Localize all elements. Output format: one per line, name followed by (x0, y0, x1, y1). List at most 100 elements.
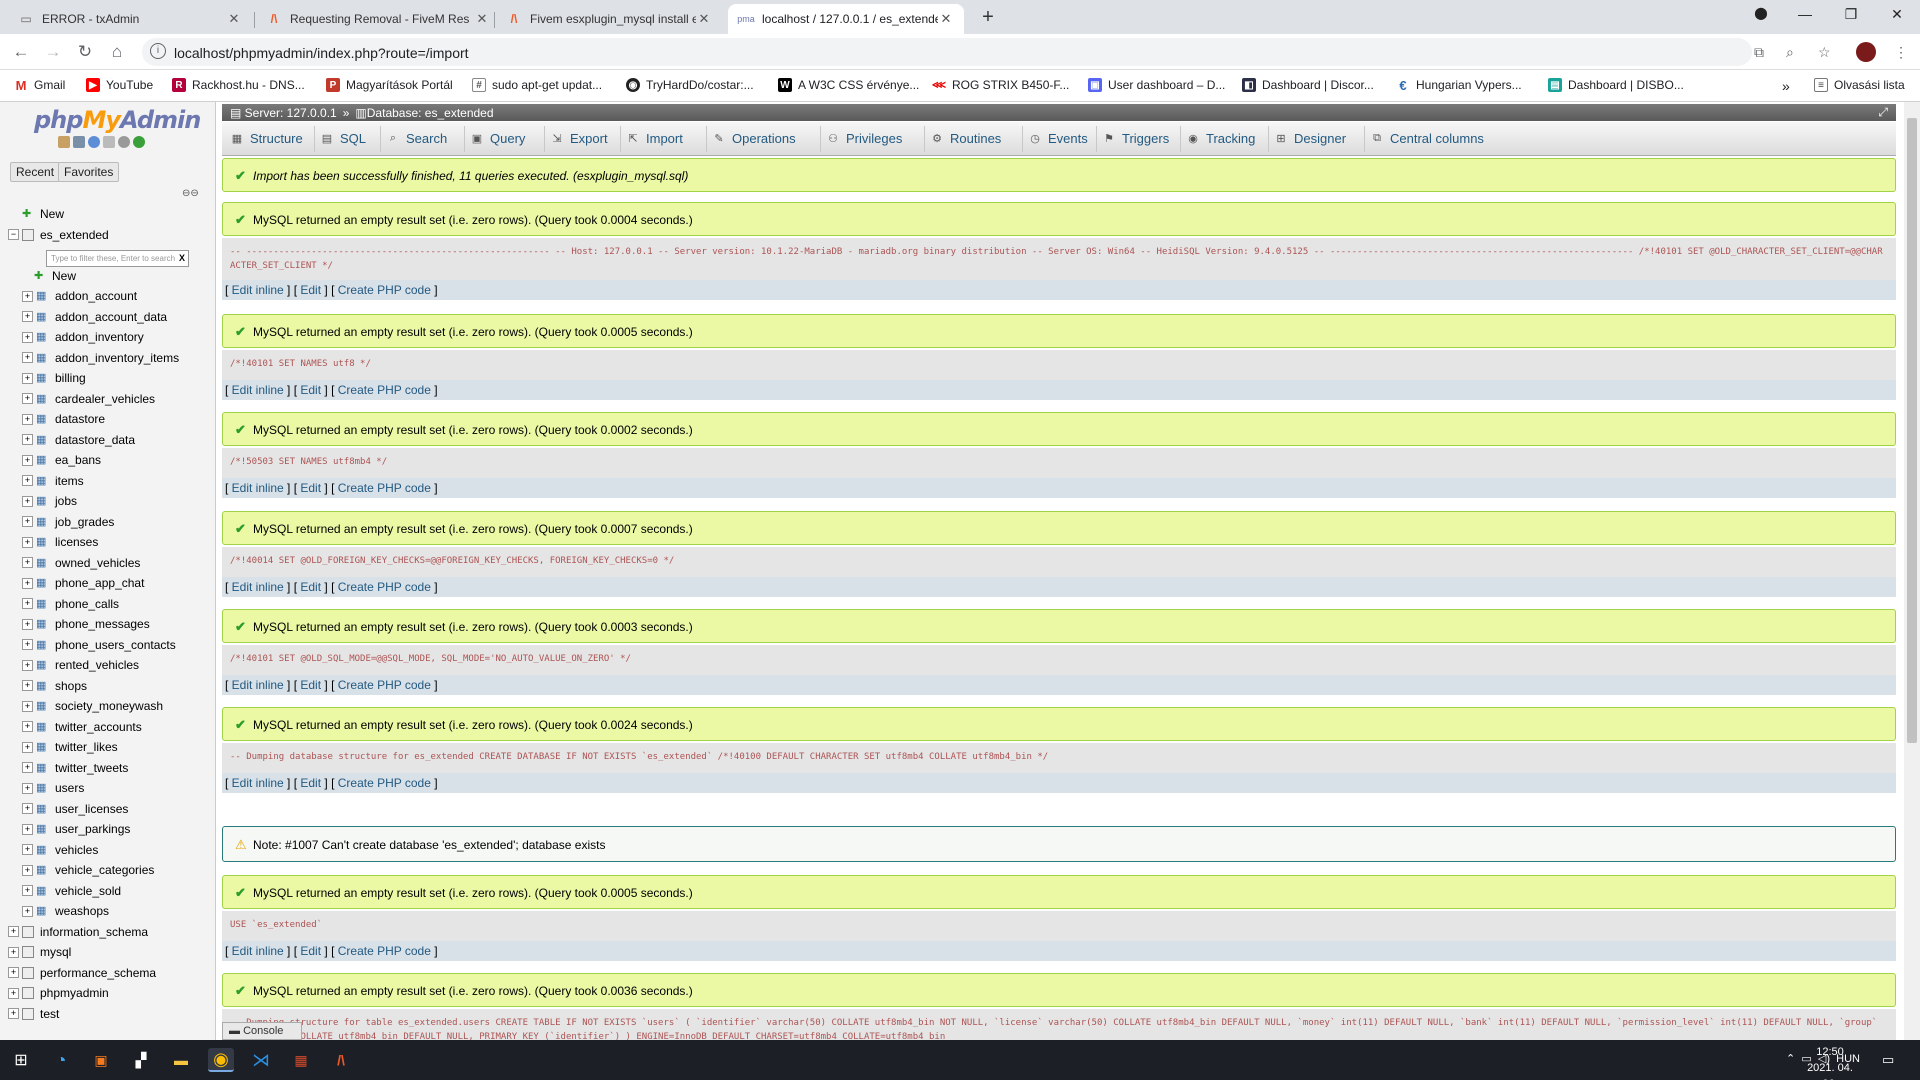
chevron-up-icon[interactable]: ⌃ (1786, 1053, 1795, 1065)
tab-sql[interactable]: ▤ SQL (320, 131, 366, 146)
vscode-icon[interactable]: ⋊ (248, 1048, 274, 1072)
close-icon[interactable]: ✕ (474, 11, 490, 27)
create-php-code-link[interactable]: Create PHP code (338, 283, 431, 297)
expand-icon[interactable]: + (22, 557, 33, 568)
tree-table-user_licenses[interactable]: + ▦ user_licenses (8, 799, 214, 819)
edit-inline-link[interactable]: Edit inline (232, 481, 284, 495)
tree-table-datastore_data[interactable]: + ▦ datastore_data (8, 430, 214, 450)
tree-db-performance_schema[interactable]: + performance_schema (8, 963, 214, 983)
edit-link[interactable]: Edit (300, 383, 321, 397)
expand-icon[interactable]: + (22, 413, 33, 425)
tab-export[interactable]: ⇲ Export (550, 131, 607, 146)
link-icon[interactable]: ⊖⊖ (182, 188, 199, 199)
xampp-icon[interactable]: ▣ (88, 1048, 114, 1072)
url-input[interactable]: i localhost/phpmyadmin/index.php?route=/… (142, 38, 1752, 66)
expand-icon[interactable]: + (22, 454, 33, 466)
vertical-scrollbar[interactable] (1904, 102, 1920, 1040)
edit-inline-link[interactable]: Edit inline (232, 776, 284, 790)
tree-db-es_extended[interactable]: − es_extended (8, 225, 214, 245)
close-icon[interactable]: ✕ (696, 11, 712, 27)
expand-icon[interactable]: + (22, 680, 33, 691)
tree-table-datastore[interactable]: + ▦ datastore (8, 409, 214, 429)
browser-tab[interactable]: ▭ ERROR - txAdmin ✕ (8, 4, 252, 34)
bookmark-gmail[interactable]: M Gmail (14, 78, 65, 93)
create-php-code-link[interactable]: Create PHP code (338, 944, 431, 958)
file-explorer-icon[interactable]: ▬ (168, 1048, 194, 1072)
expand-icon[interactable]: + (22, 618, 33, 630)
expand-icon[interactable]: + (22, 598, 33, 609)
expand-icon[interactable]: + (22, 311, 33, 322)
tree-table-weashops[interactable]: + ▦ weashops (8, 901, 214, 921)
tree-table-twitter_likes[interactable]: + ▦ twitter_likes (8, 737, 214, 757)
tab-events[interactable]: ◷ Events (1028, 131, 1088, 146)
expand-icon[interactable]: + (22, 495, 33, 507)
tree-table-shops[interactable]: + ▦ shops (8, 676, 214, 696)
logout-icon[interactable] (73, 136, 85, 148)
expand-icon[interactable]: + (8, 1008, 19, 1019)
settings-icon[interactable] (118, 136, 130, 148)
tree-db-information_schema[interactable]: + information_schema (8, 922, 214, 942)
collapse-icon[interactable]: − (8, 229, 19, 240)
tree-new-table[interactable]: ✚ New (8, 266, 214, 286)
clock[interactable]: 12:50 2021. 04. 06. (1800, 1044, 1860, 1092)
new-tab-button[interactable]: + (976, 6, 1000, 29)
edit-link[interactable]: Edit (300, 283, 321, 297)
bookmark-vypers[interactable]: € Hungarian Vypers... (1396, 78, 1522, 93)
translate-icon[interactable]: ⧉ (1754, 44, 1764, 61)
tree-db-mysql[interactable]: + mysql (8, 942, 214, 962)
create-php-code-link[interactable]: Create PHP code (338, 678, 431, 692)
home-icon[interactable]: ⌂ (106, 42, 128, 62)
expand-icon[interactable]: + (22, 741, 33, 753)
tree-table-owned_vehicles[interactable]: + ▦ owned_vehicles (8, 553, 214, 573)
tab-triggers[interactable]: ⚑ Triggers (1102, 131, 1169, 146)
browser-tab[interactable]: /\ Requesting Removal - FiveM Res ✕ (256, 4, 500, 34)
tree-table-addon_account_data[interactable]: + ▦ addon_account_data (8, 307, 214, 327)
console-toggle[interactable]: ▬ Console (222, 1022, 302, 1040)
bookmark-rackhost[interactable]: R Rackhost.hu - DNS... (172, 78, 305, 92)
tree-table-addon_account[interactable]: + ▦ addon_account (8, 286, 214, 306)
bookmark-star-icon[interactable]: ☆ (1818, 44, 1831, 61)
tree-table-billing[interactable]: + ▦ billing (8, 368, 214, 388)
tree-table-vehicle_categories[interactable]: + ▦ vehicle_categories (8, 860, 214, 880)
bookmark-user-dashboard[interactable]: ▣ User dashboard – D... (1088, 78, 1225, 92)
expand-icon[interactable]: + (22, 782, 33, 794)
edit-link[interactable]: Edit (300, 776, 321, 790)
windows-start-icon[interactable]: ⊞ (8, 1048, 34, 1072)
expand-icon[interactable]: + (22, 577, 33, 589)
tree-table-phone_users_contacts[interactable]: + ▦ phone_users_contacts (8, 635, 214, 655)
tree-table-twitter_accounts[interactable]: + ▦ twitter_accounts (8, 717, 214, 737)
tree-table-addon_inventory_items[interactable]: + ▦ addon_inventory_items (8, 348, 214, 368)
tab-import[interactable]: ⇱ Import (626, 131, 682, 146)
tree-table-user_parkings[interactable]: + ▦ user_parkings (8, 819, 214, 839)
tree-table-vehicle_sold[interactable]: + ▦ vehicle_sold (8, 881, 214, 901)
expand-icon[interactable]: + (22, 864, 33, 876)
tree-table-phone_messages[interactable]: + ▦ phone_messages (8, 614, 214, 634)
tree-table-users[interactable]: + ▦ users (8, 778, 214, 798)
tab-query[interactable]: ▣ Query (470, 131, 526, 146)
tree-db-test[interactable]: + test (8, 1004, 214, 1024)
tab-routines[interactable]: ⚙ Routines (930, 131, 1001, 146)
browser-tab-active[interactable]: pma localhost / 127.0.0.1 / es_extende ✕ (728, 4, 964, 34)
create-php-code-link[interactable]: Create PHP code (338, 481, 431, 495)
maximize-button[interactable]: ❐ (1836, 6, 1866, 23)
reload-icon[interactable]: ↻ (74, 42, 96, 62)
fivem-taskbar-icon[interactable]: /\ (328, 1048, 354, 1072)
expand-icon[interactable]: + (22, 393, 33, 404)
expand-icon[interactable]: + (8, 926, 19, 937)
expand-icon[interactable]: + (8, 967, 19, 978)
expand-icon[interactable]: + (22, 844, 33, 855)
expand-icon[interactable]: + (22, 639, 33, 650)
tree-table-licenses[interactable]: + ▦ licenses (8, 532, 214, 552)
notification-icon[interactable]: ▭ (1882, 1052, 1894, 1068)
bookmark-youtube[interactable]: ▶ YouTube (86, 78, 153, 92)
tree-table-phone_app_chat[interactable]: + ▦ phone_app_chat (8, 573, 214, 593)
create-php-code-link[interactable]: Create PHP code (338, 383, 431, 397)
reading-list[interactable]: ≡ Olvasási lista (1814, 78, 1905, 92)
tab-structure[interactable]: ▦ Structure (230, 131, 303, 146)
close-icon[interactable]: ✕ (938, 11, 954, 27)
expand-icon[interactable]: + (22, 721, 33, 732)
tree-table-twitter_tweets[interactable]: + ▦ twitter_tweets (8, 758, 214, 778)
create-php-code-link[interactable]: Create PHP code (338, 580, 431, 594)
edit-link[interactable]: Edit (300, 678, 321, 692)
expand-icon[interactable]: + (22, 885, 33, 896)
